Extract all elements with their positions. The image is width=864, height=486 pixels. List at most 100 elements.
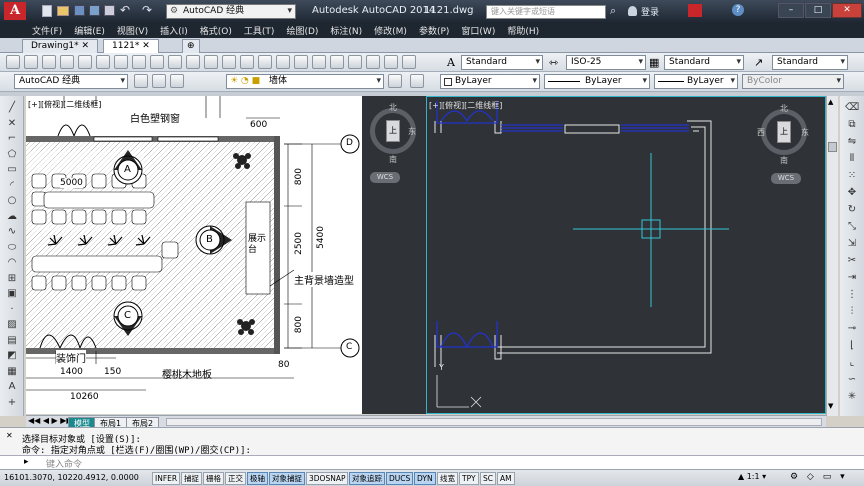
status-toggle-10[interactable]: 线宽	[437, 472, 458, 485]
menu-item-9[interactable]: 参数(P)	[413, 24, 455, 37]
open-icon[interactable]	[57, 6, 69, 16]
status-tray-icons[interactable]: ⚙ ◇ ▭ ▾	[790, 472, 848, 482]
region-icon[interactable]: ◩	[5, 350, 19, 362]
viewcube-right[interactable]: 上	[777, 121, 791, 143]
break-icon[interactable]: ⫶	[845, 306, 859, 318]
table-icon[interactable]: ▦	[5, 366, 19, 378]
menu-item-6[interactable]: 绘图(D)	[280, 24, 324, 37]
dim-style-combo[interactable]: ISO-25	[566, 55, 646, 70]
search-icon[interactable]: ⌕	[610, 4, 616, 18]
minimize-icon[interactable]: –	[778, 3, 804, 18]
doc-tab-drawing1[interactable]: Drawing1* ✕	[22, 39, 99, 53]
trim-icon[interactable]: ✂	[845, 255, 859, 267]
fillet-icon[interactable]: ⌞	[845, 357, 859, 369]
linetype-combo[interactable]: ByLayer	[544, 74, 650, 89]
status-toggle-7[interactable]: 对象追踪	[349, 472, 385, 485]
stretch-icon[interactable]: ⇲	[845, 238, 859, 250]
new-icon[interactable]	[42, 5, 52, 17]
layer-match-icon[interactable]	[410, 74, 424, 88]
tab-close-icon[interactable]: ✕	[82, 41, 90, 51]
new-tab-button[interactable]: ⊕	[182, 39, 200, 53]
plot-icon[interactable]	[104, 5, 115, 16]
pan-icon[interactable]	[222, 55, 236, 69]
redo-icon[interactable]: ↷	[142, 3, 152, 17]
menu-item-1[interactable]: 编辑(E)	[68, 24, 111, 37]
offset-icon[interactable]: ⫴	[845, 153, 859, 165]
undo-icon[interactable]: ↶	[120, 3, 130, 17]
sheetset-icon[interactable]	[348, 55, 362, 69]
status-toggle-1[interactable]: 捕捉	[181, 472, 202, 485]
mtext-icon[interactable]: A	[5, 381, 19, 393]
lineweight-combo[interactable]: ByLayer	[654, 74, 738, 89]
plot-icon[interactable]	[60, 55, 74, 69]
status-toggle-5[interactable]: 对象捕捉	[269, 472, 305, 485]
save-icon[interactable]	[42, 55, 56, 69]
wcs-button-left[interactable]: WCS	[370, 172, 400, 183]
scroll-up-icon[interactable]: ▲	[828, 98, 833, 106]
break-at-point-icon[interactable]: ⋮	[845, 289, 859, 301]
rotate-icon[interactable]: ↻	[845, 204, 859, 216]
command-close-icon[interactable]: ✕	[6, 431, 13, 440]
layer-state-icon[interactable]	[170, 74, 184, 88]
left-viewport[interactable]: [+][俯视][二维线框] 白色塑钢窗 600 5000 A B C 展示台 8…	[26, 96, 362, 414]
copy-icon[interactable]: ⧉	[845, 119, 859, 131]
mleader-style-combo[interactable]: Standard	[772, 55, 848, 70]
status-toggle-3[interactable]: 正交	[225, 472, 246, 485]
user-icon[interactable]	[628, 6, 637, 16]
open-icon[interactable]	[24, 55, 38, 69]
status-toggle-2[interactable]: 栅格	[203, 472, 224, 485]
move-icon[interactable]: ✥	[845, 187, 859, 199]
make-block-icon[interactable]: ▣	[5, 288, 19, 300]
new-icon[interactable]	[6, 55, 20, 69]
scroll-thumb[interactable]	[828, 142, 837, 152]
properties-icon[interactable]	[294, 55, 308, 69]
array-icon[interactable]: ⁙	[845, 170, 859, 182]
workspace-combo[interactable]: ⚙ AutoCAD 经典 ▾	[166, 4, 296, 19]
ellipse-icon[interactable]: ⬭	[5, 242, 19, 254]
exchange-icon[interactable]	[688, 4, 702, 17]
line-icon[interactable]: ╱	[5, 102, 19, 114]
help-icon[interactable]: ?	[732, 4, 744, 16]
layer-properties-icon[interactable]	[134, 74, 148, 88]
markup-icon[interactable]	[366, 55, 380, 69]
status-toggle-9[interactable]: DYN	[414, 472, 436, 485]
viewcube-left[interactable]: 上	[386, 120, 400, 142]
zoom-realtime-icon[interactable]	[240, 55, 254, 69]
blend-icon[interactable]: ∽	[845, 374, 859, 386]
xline-icon[interactable]: ✕	[5, 118, 19, 130]
doc-tab-1121[interactable]: 1121* ✕	[103, 39, 159, 53]
scroll-down-icon[interactable]: ▼	[828, 402, 833, 410]
text-style-icon[interactable]: A	[447, 56, 455, 69]
close-icon[interactable]: ✕	[832, 3, 862, 18]
ellipse-arc-icon[interactable]: ◠	[5, 257, 19, 269]
menu-item-7[interactable]: 标注(N)	[324, 24, 368, 37]
join-icon[interactable]: ⊸	[845, 323, 859, 335]
paste-icon[interactable]	[150, 55, 164, 69]
tab-close-icon[interactable]: ✕	[142, 41, 150, 51]
zoom-previous-icon[interactable]	[276, 55, 290, 69]
redo-icon[interactable]	[204, 55, 218, 69]
rectangle-icon[interactable]: ▭	[5, 164, 19, 176]
vertical-scrollbar[interactable]: ▲ ▼	[826, 96, 838, 416]
command-input[interactable]: ▸ 键入命令	[0, 455, 864, 470]
circle-icon[interactable]: ○	[5, 195, 19, 207]
insert-block-icon[interactable]: ⊞	[5, 273, 19, 285]
erase-icon[interactable]: ⌫	[845, 102, 859, 114]
arc-icon[interactable]: ◜	[5, 180, 19, 192]
menu-item-0[interactable]: 文件(F)	[26, 24, 68, 37]
color-combo[interactable]: ByLayer	[440, 74, 540, 89]
status-toggle-13[interactable]: AM	[497, 472, 515, 485]
gradient-icon[interactable]: ▤	[5, 335, 19, 347]
make-current-icon[interactable]	[388, 74, 402, 88]
status-toggle-11[interactable]: TPY	[459, 472, 479, 485]
revcloud-icon[interactable]: ☁	[5, 211, 19, 223]
matchprop-icon[interactable]	[168, 55, 182, 69]
layer-previous-icon[interactable]	[152, 74, 166, 88]
maximize-icon[interactable]: □	[805, 3, 831, 18]
explode-icon[interactable]: ✳	[845, 391, 859, 403]
polygon-icon[interactable]: ⬠	[5, 149, 19, 161]
mleader-style-icon[interactable]: ↗	[754, 56, 763, 69]
status-toggle-6[interactable]: 3DOSNAP	[306, 472, 349, 485]
cut-icon[interactable]	[114, 55, 128, 69]
scale-icon[interactable]: ⤡	[845, 221, 859, 233]
